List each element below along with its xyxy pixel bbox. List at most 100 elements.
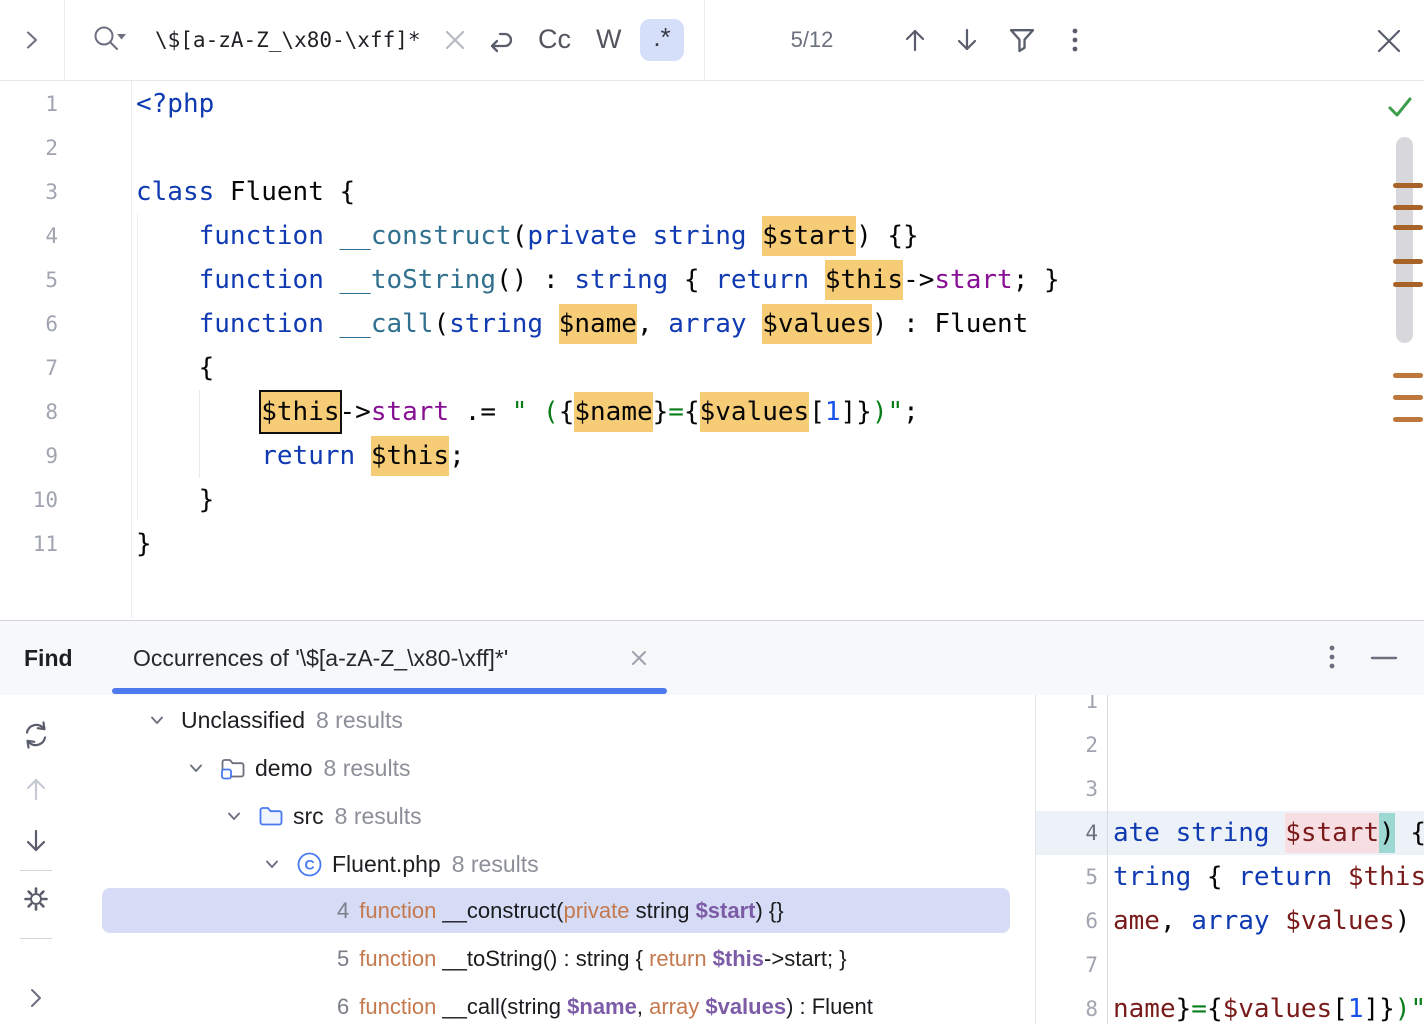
code-token: $values	[1223, 994, 1333, 1024]
editor-line-number: 5	[0, 258, 58, 302]
previous-occurrence-button[interactable]	[900, 24, 930, 56]
search-match: $name	[574, 392, 652, 432]
code-token: $this	[713, 946, 764, 971]
next-occurrence-button[interactable]	[952, 24, 982, 56]
editor-line[interactable]: 6 function __call(string $name, array $v…	[0, 302, 1424, 346]
scrollbar-match-mark[interactable]	[1393, 417, 1423, 422]
scrollbar-match-mark[interactable]	[1393, 259, 1423, 264]
code-token: ->	[903, 265, 934, 295]
preview-editor[interactable]: 1234ate string $start) {5tring { return …	[1036, 695, 1424, 1024]
clear-search-icon[interactable]	[443, 28, 467, 52]
tab-close-icon[interactable]	[629, 648, 649, 668]
editor-scrollbar-thumb[interactable]	[1396, 137, 1413, 343]
chevron-down-icon[interactable]	[186, 758, 206, 778]
preview-line[interactable]: 6ame, array $values)	[1036, 899, 1424, 943]
code-token: private	[527, 221, 637, 251]
editor-line[interactable]: 7 {	[0, 346, 1424, 390]
tree-row-demo[interactable]: demo8 results	[186, 744, 410, 792]
scrollbar-match-mark[interactable]	[1393, 282, 1423, 287]
search-field[interactable]: \$[a-zA-Z_\x80-\xff]* Cc W .*	[64, 0, 705, 80]
code-token: Fluent {	[214, 177, 355, 207]
search-match: $this	[371, 436, 449, 476]
tree-row-fluent-php[interactable]: CFluent.php8 results	[262, 840, 539, 888]
code-token: ) {}	[755, 898, 783, 923]
chevron-down-icon[interactable]	[262, 854, 282, 874]
hide-panel-icon[interactable]	[1370, 651, 1398, 665]
rerun-search-icon[interactable]	[20, 719, 52, 751]
code-token	[136, 309, 199, 339]
scrollbar-match-mark[interactable]	[1393, 225, 1423, 230]
code-token: (	[433, 309, 449, 339]
preview-line[interactable]: 4ate string $start) {	[1036, 811, 1424, 855]
code-token: " (	[512, 397, 559, 427]
code-editor[interactable]: 1<?php23class Fluent {4 function __const…	[0, 81, 1424, 619]
code-token: )	[1395, 906, 1411, 936]
editor-line-number: 10	[0, 478, 58, 522]
search-result-row-line-5[interactable]: 5function __toString() : string { return…	[102, 936, 1010, 981]
preview-line[interactable]: 2	[1036, 723, 1424, 767]
editor-line-number: 11	[0, 522, 58, 566]
more-options-icon[interactable]	[1065, 25, 1085, 55]
scrollbar-match-mark[interactable]	[1393, 183, 1423, 188]
editor-line-number: 3	[0, 170, 58, 214]
code-token: return	[649, 946, 713, 971]
search-history-icon[interactable]	[90, 20, 128, 60]
chevron-down-icon[interactable]	[224, 806, 244, 826]
preview-code-line: tring { return $this	[1113, 855, 1424, 899]
preview-selected-match: $start	[1285, 813, 1379, 853]
editor-code-line: }	[136, 478, 214, 522]
code-token: ;	[903, 397, 919, 427]
editor-line[interactable]: 3class Fluent {	[0, 170, 1424, 214]
filter-icon[interactable]	[1007, 25, 1037, 55]
chevron-down-icon[interactable]	[147, 710, 167, 730]
panel-options-icon[interactable]	[1322, 643, 1342, 673]
previous-result-button[interactable]	[21, 773, 51, 805]
code-token	[324, 221, 340, 251]
next-result-button[interactable]	[21, 825, 51, 857]
inspections-ok-icon[interactable]	[1386, 95, 1414, 121]
panel-title: Find	[24, 621, 73, 695]
preview-line[interactable]: 1	[1036, 695, 1424, 723]
code-token: ) : Fluent	[872, 309, 1029, 339]
search-result-row-line-6[interactable]: 6function __call(string $name, array $va…	[102, 984, 1010, 1024]
preview-line[interactable]: 7	[1036, 943, 1424, 987]
match-case-toggle[interactable]: Cc	[538, 0, 571, 80]
whole-words-toggle[interactable]: W	[596, 0, 621, 80]
code-token: function	[199, 265, 324, 295]
result-code-preview: function __toString() : string { return …	[359, 946, 846, 972]
editor-line[interactable]: 10 }	[0, 478, 1424, 522]
preview-line[interactable]: 3	[1036, 767, 1424, 811]
search-query-input[interactable]: \$[a-zA-Z_\x80-\xff]*	[155, 0, 421, 80]
editor-line[interactable]: 4 function __construct(private string $s…	[0, 214, 1424, 258]
editor-line[interactable]: 1<?php	[0, 82, 1424, 126]
preview-line[interactable]: 8name}={$values[1]})"	[1036, 987, 1424, 1024]
new-line-icon[interactable]	[484, 24, 518, 58]
scrollbar-match-mark[interactable]	[1393, 373, 1423, 378]
code-token: function	[359, 898, 442, 923]
code-token: string	[630, 898, 696, 923]
tree-row-unclassified[interactable]: Unclassified8 results	[147, 696, 403, 744]
expand-panel-icon[interactable]	[28, 987, 44, 1009]
search-expand-button[interactable]	[0, 0, 65, 80]
find-in-file-bar: \$[a-zA-Z_\x80-\xff]* Cc W .* 5/12	[0, 0, 1424, 81]
scrollbar-match-mark[interactable]	[1393, 395, 1423, 400]
code-token: ]	[841, 397, 857, 427]
editor-line-number: 8	[0, 390, 58, 434]
editor-line[interactable]: 8 $this->start .= " ({$name}={$values[1]…	[0, 390, 1424, 434]
scrollbar-match-mark[interactable]	[1393, 205, 1423, 210]
gear-icon[interactable]	[23, 886, 49, 912]
editor-line[interactable]: 9 return $this;	[0, 434, 1424, 478]
code-token: ; }	[1013, 265, 1060, 295]
editor-line[interactable]: 2	[0, 126, 1424, 170]
module-folder-icon	[220, 755, 246, 781]
close-search-icon[interactable]	[1376, 28, 1402, 54]
preview-line[interactable]: 5tring { return $this	[1036, 855, 1424, 899]
editor-line[interactable]: 5 function __toString() : string { retur…	[0, 258, 1424, 302]
code-token	[637, 221, 653, 251]
editor-line[interactable]: 11}	[0, 522, 1424, 566]
tree-row-src[interactable]: src8 results	[224, 792, 422, 840]
regex-toggle[interactable]: .*	[640, 19, 684, 61]
code-token: {	[684, 397, 700, 427]
code-token: {	[136, 353, 214, 383]
search-result-row-line-4[interactable]: 4function __construct(private string $st…	[102, 888, 1010, 933]
